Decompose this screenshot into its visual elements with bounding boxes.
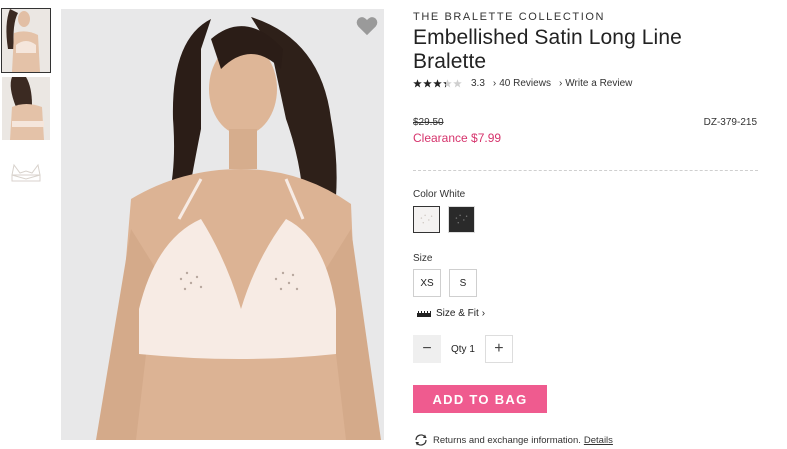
heart-icon[interactable]: [356, 15, 378, 37]
returns-info: Returns and exchange information. Detail…: [413, 433, 758, 447]
star-full-icon: [433, 79, 442, 88]
returns-text: Returns and exchange information.: [433, 434, 581, 446]
clearance-price: Clearance $7.99: [413, 131, 502, 145]
quantity-stepper: − Qty 1 +: [413, 335, 758, 363]
thumbnail-gallery: [1, 8, 52, 213]
size-label: Size: [413, 253, 433, 264]
size-fit-label: Size & Fit: [436, 308, 479, 319]
reviews-link[interactable]: 40 Reviews: [499, 78, 551, 89]
swatch-white[interactable]: [413, 206, 440, 233]
thumbnail-model-front[interactable]: [1, 8, 51, 73]
color-swatches: [413, 206, 758, 233]
add-to-bag-button[interactable]: ADD TO BAG: [413, 385, 547, 413]
thumbnail-product-flat[interactable]: [2, 145, 50, 208]
model-front-thumbnail: [2, 9, 50, 72]
main-product-image: [61, 9, 384, 440]
rating-stars: [413, 79, 463, 88]
size-xs-button[interactable]: XS: [413, 269, 441, 297]
chevron-right-icon: ›: [481, 308, 486, 319]
quantity-value: Qty 1: [451, 343, 475, 355]
thumbnail-model-back[interactable]: [2, 77, 50, 140]
ruler-icon: [417, 310, 431, 317]
star-full-icon: [413, 79, 422, 88]
chevron-right-icon: ›: [558, 78, 563, 89]
price-block: $29.50 Clearance $7.99 DZ-379-215: [413, 117, 758, 147]
size-options: XS S: [413, 269, 758, 297]
collection-name: THE BRALETTE COLLECTION: [413, 11, 606, 23]
model-photo: [61, 9, 384, 440]
color-label: Color White: [413, 189, 466, 200]
star-full-icon: [423, 79, 432, 88]
product-title: Embellished Satin Long Line Bralette: [413, 26, 682, 73]
product-sku: DZ-379-215: [703, 117, 757, 128]
product-info-panel: THE BRALETTE COLLECTION Embellished Sati…: [413, 10, 758, 447]
size-fit-link[interactable]: Size & Fit ›: [417, 308, 758, 319]
returns-details-link[interactable]: Details: [584, 435, 613, 446]
rating-row: 3.3 › 40 Reviews › Write a Review: [413, 78, 758, 89]
model-back-thumbnail: [2, 77, 50, 140]
rating-value: 3.3: [471, 78, 485, 89]
quantity-decrease-button[interactable]: −: [413, 335, 441, 363]
swatch-black[interactable]: [448, 206, 475, 233]
divider: [413, 170, 758, 171]
chevron-right-icon: ›: [492, 78, 497, 89]
product-flat-thumbnail: [2, 145, 50, 208]
star-empty-icon: [453, 79, 462, 88]
star-partial-icon: [443, 79, 452, 88]
quantity-increase-button[interactable]: +: [484, 335, 513, 363]
exchange-cycle-icon: [415, 434, 427, 446]
size-s-button[interactable]: S: [449, 269, 477, 297]
write-review-link[interactable]: Write a Review: [565, 78, 632, 89]
